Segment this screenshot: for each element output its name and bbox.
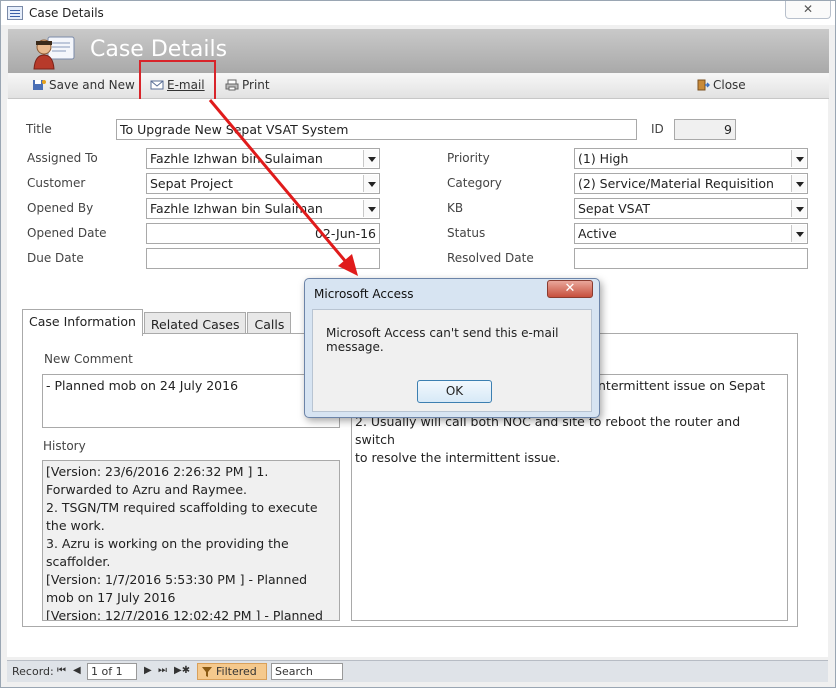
opened-date-input[interactable]: 02-Jun-16	[146, 223, 380, 244]
print-button[interactable]: Print	[225, 78, 270, 92]
case-avatar-icon	[33, 36, 75, 70]
assigned-to-select[interactable]: Fazhle Izhwan bin Sulaiman	[146, 148, 380, 169]
window-titlebar: Case Details ✕	[1, 1, 835, 25]
search-input[interactable]: Search	[271, 663, 343, 680]
due-date-label: Due Date	[27, 251, 84, 265]
save-and-new-button[interactable]: Save and New	[32, 78, 135, 92]
previous-record-icon[interactable]: ◀	[73, 665, 81, 676]
opened-by-select[interactable]: Fazhle Izhwan bin Sulaiman	[146, 198, 380, 219]
form-title: Case Details	[90, 37, 228, 62]
history-box[interactable]: [Version: 23/6/2016 2:26:32 PM ] 1. Forw…	[42, 460, 340, 621]
assigned-to-label: Assigned To	[27, 151, 98, 165]
category-select[interactable]: (2) Service/Material Requisition	[574, 173, 808, 194]
chevron-down-icon[interactable]	[791, 225, 806, 242]
customer-value: Sepat Project	[150, 176, 233, 191]
opened-by-value: Fazhle Izhwan bin Sulaiman	[150, 201, 323, 216]
dialog-title: Microsoft Access	[314, 287, 414, 301]
title-input[interactable]: To Upgrade New Sepat VSAT System	[116, 119, 637, 140]
dialog-close-button[interactable]: ✕	[547, 280, 593, 298]
chevron-down-icon[interactable]	[363, 150, 378, 167]
history-line: [Version: 1/7/2016 5:53:30 PM ] - Planne…	[46, 572, 308, 587]
chevron-down-icon[interactable]	[363, 200, 378, 217]
save-and-new-label: Save and New	[49, 78, 135, 92]
chevron-down-icon[interactable]	[363, 175, 378, 192]
dialog-message: Microsoft Access can't send this e-mail …	[326, 326, 559, 354]
assigned-to-value: Fazhle Izhwan bin Sulaiman	[150, 151, 323, 166]
history-line: 3. Azru is working on the providing the	[46, 536, 289, 551]
window-title: Case Details	[29, 6, 104, 20]
id-label: ID	[651, 122, 664, 136]
close-form-label: Close	[713, 78, 746, 92]
filter-toggle[interactable]: Filtered	[197, 663, 267, 680]
form-header: Case Details	[8, 29, 829, 73]
email-highlight-box	[139, 60, 216, 101]
first-record-icon[interactable]: ⏮	[57, 665, 66, 676]
category-value: (2) Service/Material Requisition	[578, 176, 774, 191]
due-date-input[interactable]	[146, 248, 380, 269]
kb-label: KB	[447, 201, 464, 215]
next-record-icon[interactable]: ▶	[144, 665, 152, 676]
close-form-button[interactable]: Close	[696, 78, 746, 92]
history-line: [Version: 12/7/2016 12:02:42 PM ] - Plan…	[46, 608, 323, 621]
error-dialog: Microsoft Access ✕ Microsoft Access can'…	[304, 278, 600, 418]
toolbar: Save and New E-mail Print Close	[8, 73, 829, 99]
print-icon	[225, 79, 239, 91]
priority-label: Priority	[447, 151, 490, 165]
chevron-down-icon[interactable]	[791, 150, 806, 167]
record-navigation-bar: Record: ⏮ ◀ 1 of 1 ▶ ⏭ ▶✱ Filtered Searc…	[7, 660, 828, 682]
tab-strip: Case Information Related Cases Calls	[22, 309, 292, 336]
record-label: Record:	[12, 665, 54, 678]
form-icon	[7, 6, 23, 20]
history-line: [Version: 23/6/2016 2:26:32 PM ] 1.	[46, 464, 269, 479]
priority-value: (1) High	[578, 151, 629, 166]
dialog-body: Microsoft Access can't send this e-mail …	[312, 309, 592, 412]
window-close-button[interactable]: ✕	[785, 1, 831, 19]
tab-case-information[interactable]: Case Information	[22, 309, 143, 336]
customer-label: Customer	[27, 176, 86, 190]
history-line: the work.	[46, 518, 105, 533]
status-select[interactable]: Active	[574, 223, 808, 244]
filter-icon	[202, 667, 212, 677]
history-line: mob on 17 July 2016	[46, 590, 176, 605]
id-field: 9	[674, 119, 736, 140]
new-record-icon[interactable]: ▶✱	[174, 665, 190, 676]
opened-date-label: Opened Date	[27, 226, 107, 240]
category-label: Category	[447, 176, 502, 190]
resolved-date-input[interactable]	[574, 248, 808, 269]
customer-select[interactable]: Sepat Project	[146, 173, 380, 194]
description-line: 2. Usually will call both NOC and site t…	[355, 414, 741, 447]
history-line: 2. TSGN/TM required scaffolding to execu…	[46, 500, 318, 515]
new-comment-input[interactable]: - Planned mob on 24 July 2016	[42, 374, 340, 428]
history-line: Forwarded to Azru and Raymee.	[46, 482, 248, 497]
filtered-label: Filtered	[216, 665, 257, 678]
last-record-icon[interactable]: ⏭	[158, 665, 167, 676]
status-value: Active	[578, 226, 617, 241]
status-label: Status	[447, 226, 486, 240]
title-label: Title	[26, 122, 52, 136]
description-line: to resolve the intermittent issue.	[355, 450, 561, 465]
current-record-field[interactable]: 1 of 1	[87, 663, 137, 680]
chevron-down-icon[interactable]	[791, 175, 806, 192]
history-line: scaffolder.	[46, 554, 111, 569]
save-icon	[33, 80, 46, 90]
ok-button[interactable]: OK	[417, 380, 492, 403]
opened-by-label: Opened By	[27, 201, 94, 215]
resolved-date-label: Resolved Date	[447, 251, 534, 265]
new-comment-label: New Comment	[44, 352, 133, 366]
close-door-icon	[697, 79, 710, 91]
chevron-down-icon[interactable]	[791, 200, 806, 217]
kb-value: Sepat VSAT	[578, 201, 651, 216]
history-label: History	[43, 439, 86, 453]
priority-select[interactable]: (1) High	[574, 148, 808, 169]
kb-select[interactable]: Sepat VSAT	[574, 198, 808, 219]
print-label: Print	[242, 78, 270, 92]
